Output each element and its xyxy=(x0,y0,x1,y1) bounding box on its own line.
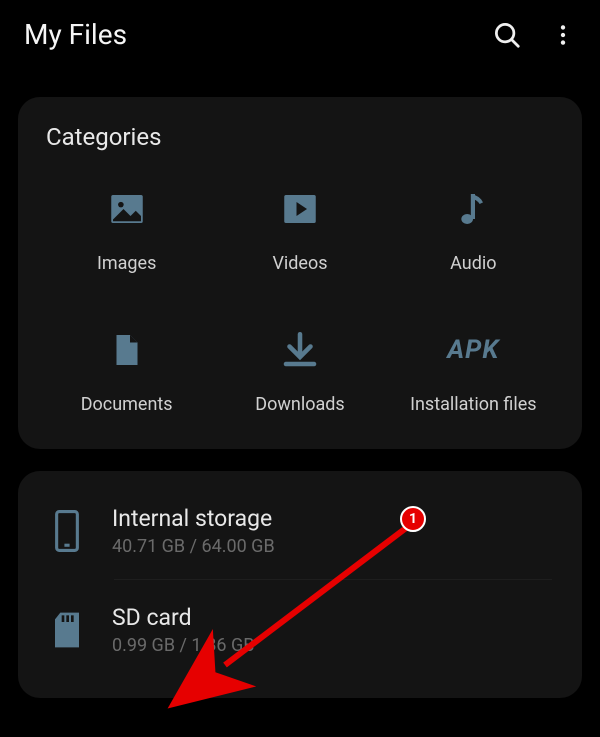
category-downloads[interactable]: Downloads xyxy=(213,328,386,415)
category-installation-files[interactable]: APK Installation files xyxy=(387,328,560,415)
category-label: Downloads xyxy=(255,394,344,415)
apk-icon: APK xyxy=(447,328,499,372)
categories-title: Categories xyxy=(46,123,560,151)
storage-subtitle: 40.71 GB / 64.00 GB xyxy=(112,536,275,557)
audio-icon xyxy=(453,187,493,231)
categories-section: Categories Images Videos xyxy=(18,97,582,449)
storage-subtitle: 0.99 GB / 1.86 GB xyxy=(112,635,254,656)
storage-section: Internal storage 40.71 GB / 64.00 GB SD … xyxy=(18,471,582,698)
search-icon xyxy=(492,20,522,50)
phone-icon xyxy=(48,509,86,553)
category-videos[interactable]: Videos xyxy=(213,187,386,274)
storage-texts: SD card 0.99 GB / 1.86 GB xyxy=(112,604,254,656)
more-vertical-icon xyxy=(550,20,576,50)
storage-internal[interactable]: Internal storage 40.71 GB / 64.00 GB xyxy=(18,481,582,579)
storage-title: SD card xyxy=(112,604,254,631)
category-images[interactable]: Images xyxy=(40,187,213,274)
storage-sd-card[interactable]: SD card 0.99 GB / 1.86 GB xyxy=(18,580,582,678)
storage-title: Internal storage xyxy=(112,505,275,532)
categories-grid: Images Videos Audio xyxy=(40,187,560,415)
documents-icon xyxy=(109,328,145,372)
more-button[interactable] xyxy=(550,20,576,50)
category-label: Images xyxy=(97,253,156,274)
category-label: Audio xyxy=(450,253,496,274)
storage-texts: Internal storage 40.71 GB / 64.00 GB xyxy=(112,505,275,557)
app-title: My Files xyxy=(24,18,127,51)
category-audio[interactable]: Audio xyxy=(387,187,560,274)
category-label: Installation files xyxy=(410,394,536,415)
downloads-icon xyxy=(279,328,321,372)
images-icon xyxy=(106,187,148,231)
header-actions xyxy=(492,20,576,50)
app-header: My Files xyxy=(0,0,600,69)
category-label: Videos xyxy=(272,253,327,274)
category-documents[interactable]: Documents xyxy=(40,328,213,415)
search-button[interactable] xyxy=(492,20,522,50)
category-label: Documents xyxy=(81,394,173,415)
sd-card-icon xyxy=(48,611,86,649)
videos-icon xyxy=(279,187,321,231)
